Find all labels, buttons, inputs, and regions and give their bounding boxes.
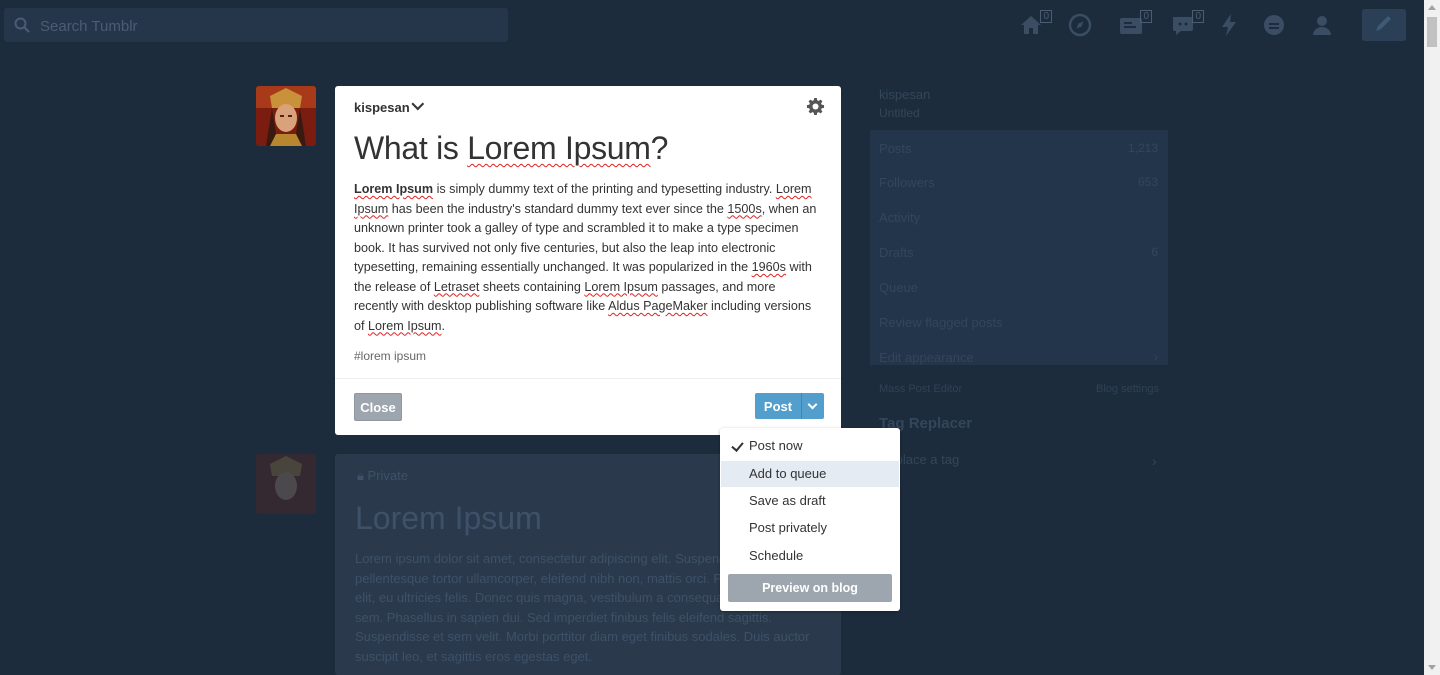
sidebar-item-review-flagged[interactable]: Review flagged posts (870, 304, 1168, 339)
scroll-up-arrow-icon[interactable] (1428, 5, 1436, 10)
menu-item-add-to-queue[interactable]: Add to queue (721, 461, 899, 487)
search-bar[interactable] (4, 8, 508, 44)
private-label: 🔒︎ Private (357, 468, 409, 483)
account-nav-button[interactable] (1309, 12, 1335, 38)
messages-badge: 0 (1192, 10, 1204, 23)
explore-nav-button[interactable] (1067, 12, 1093, 38)
blog-selector[interactable]: kispesan (354, 97, 424, 115)
gear-icon[interactable] (806, 97, 825, 116)
activity-nav-button[interactable] (1216, 12, 1242, 38)
user-icon (1313, 16, 1331, 35)
post-body-field[interactable]: Lorem Ipsum is simply dummy text of the … (354, 180, 822, 336)
compass-icon (1068, 13, 1092, 37)
post-options-menu: Post now Add to queue Save as draft Post… (720, 428, 900, 611)
search-input[interactable] (38, 8, 502, 44)
post-title-field[interactable]: What is Lorem Ipsum? (354, 130, 668, 167)
sidebar-item-activity[interactable]: Activity (870, 199, 1168, 234)
sidebar-item-posts[interactable]: Posts 1,213 (870, 130, 1168, 165)
page-scrollbar[interactable] (1424, 0, 1440, 675)
inbox-badge: 0 (1140, 10, 1152, 23)
sidebar-item-drafts[interactable]: Drafts 6 (870, 234, 1168, 269)
messages-nav-button[interactable]: 0 (1170, 10, 1204, 38)
preview-on-blog-button[interactable]: Preview on blog (728, 574, 892, 602)
lock-icon: 🔒︎ (357, 468, 364, 483)
sidebar-stats-box: Posts 1,213 Followers 653 Activity Draft… (870, 130, 1168, 365)
sidebar-item-followers[interactable]: Followers 653 (870, 164, 1168, 199)
background-post-title: Lorem Ipsum (355, 500, 542, 536)
menu-item-schedule[interactable]: Schedule (721, 543, 899, 569)
home-badge: 0 (1040, 10, 1052, 23)
avatar-image (256, 454, 316, 514)
background-post-avatar (256, 454, 316, 514)
blog-avatar[interactable] (256, 86, 316, 146)
compose-button[interactable] (1362, 9, 1406, 41)
search-icon (14, 17, 30, 33)
post-options-toggle[interactable] (801, 393, 824, 419)
post-composer: kispesan What is Lorem Ipsum? Lorem Ipsu… (335, 86, 841, 435)
close-button[interactable]: Close (354, 393, 402, 421)
lightning-icon (1222, 14, 1236, 36)
menu-item-post-privately[interactable]: Post privately (721, 515, 899, 541)
checkmark-icon (731, 439, 744, 452)
scroll-down-arrow-icon[interactable] (1428, 665, 1436, 670)
tags-field[interactable]: #lorem ipsum (354, 349, 426, 363)
scrollbar-thumb[interactable] (1427, 17, 1437, 47)
pencil-icon (1376, 16, 1391, 31)
top-navigation-bar: 0 0 0 (0, 0, 1424, 50)
chevron-down-icon (411, 97, 424, 111)
sidebar-settings-link[interactable]: Blog settings (1096, 383, 1159, 395)
chevron-right-icon: › (1154, 350, 1158, 364)
sidebar-blog-subtitle: Untitled (879, 106, 920, 120)
chevron-right-icon: › (1152, 453, 1157, 469)
avatar-image (256, 86, 316, 146)
more-nav-button[interactable] (1261, 12, 1287, 38)
composer-footer-divider (335, 378, 841, 379)
post-button[interactable]: Post (755, 393, 801, 419)
sidebar-blog-name: kispesan (879, 87, 931, 102)
emoji-icon (1264, 15, 1284, 35)
sidebar-item-queue[interactable]: Queue (870, 269, 1168, 304)
menu-item-save-as-draft[interactable]: Save as draft (721, 488, 899, 514)
sidebar-item-edit-appearance[interactable]: Edit appearance › (870, 339, 1168, 374)
inbox-nav-button[interactable]: 0 (1118, 10, 1152, 38)
sidebar-tools-link[interactable]: Mass Post Editor (879, 383, 962, 395)
menu-item-post-now[interactable]: Post now (721, 433, 899, 459)
home-nav-button[interactable]: 0 (1018, 10, 1052, 38)
